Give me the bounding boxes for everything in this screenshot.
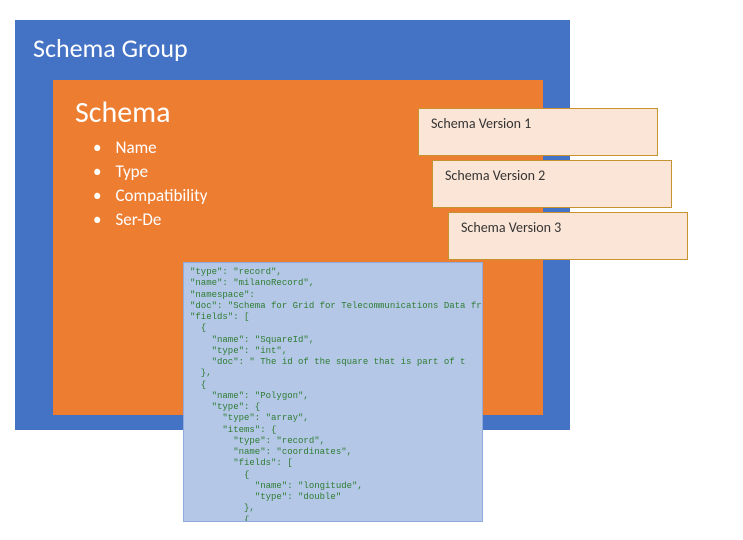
code-sample-box: "type": "record", "name": "milanoRecord"… bbox=[183, 262, 483, 522]
schema-group-title: Schema Group bbox=[15, 20, 570, 76]
schema-version-label: Schema Version 3 bbox=[461, 219, 561, 236]
schema-version-card: Schema Version 1 bbox=[418, 108, 658, 156]
schema-version-label: Schema Version 2 bbox=[445, 167, 545, 184]
schema-version-card: Schema Version 2 bbox=[432, 160, 672, 208]
schema-version-label: Schema Version 1 bbox=[431, 115, 531, 132]
schema-version-card: Schema Version 3 bbox=[448, 212, 688, 260]
